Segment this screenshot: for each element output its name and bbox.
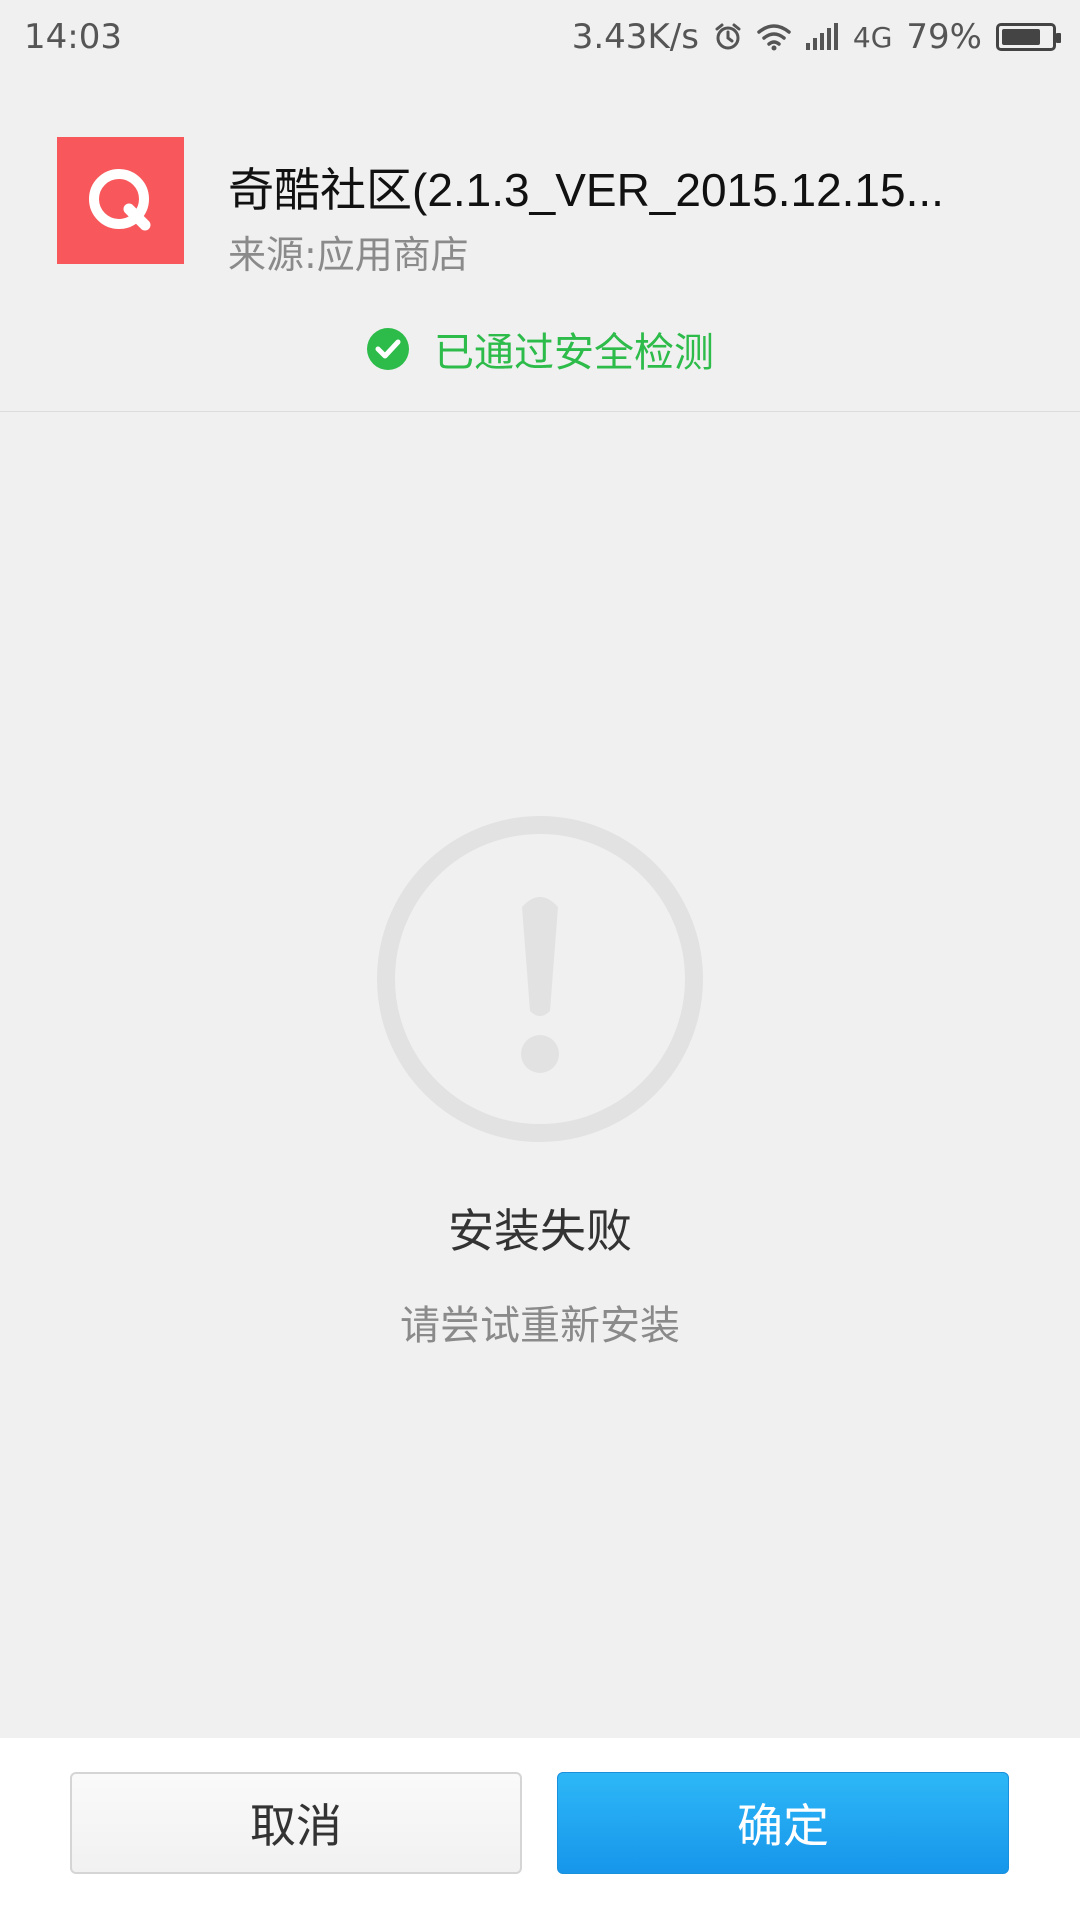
- install-screen: 14:03 3.43K/s 4G 79% 奇酷社区(2.1.3_VER_2015…: [0, 0, 1080, 1920]
- bottom-action-bar: 取消 确定: [0, 1738, 1080, 1920]
- net-speed: 3.43K/s: [571, 17, 699, 57]
- exclamation-circle-icon: [377, 816, 703, 1142]
- check-circle-icon: [367, 328, 409, 370]
- result-panel: 安装失败 请尝试重新安装: [0, 413, 1080, 1738]
- app-title: 奇酷社区(2.1.3_VER_2015.12.15...: [228, 164, 944, 216]
- security-text: 已通过安全检测: [434, 330, 714, 376]
- q-logo-icon: [88, 168, 150, 230]
- battery-percent: 79%: [906, 17, 982, 57]
- battery-fill: [1002, 29, 1040, 45]
- app-icon: [57, 137, 184, 264]
- security-status: 已通过安全检测: [0, 320, 1080, 378]
- ok-button[interactable]: 确定: [557, 1772, 1009, 1874]
- signal-icon: [805, 23, 839, 51]
- status-time: 14:03: [24, 17, 122, 57]
- fail-subtitle: 请尝试重新安装: [400, 1303, 680, 1349]
- app-source: 来源:应用商店: [228, 233, 469, 277]
- status-indicators: 3.43K/s 4G 79%: [571, 17, 1061, 57]
- app-header: 奇酷社区(2.1.3_VER_2015.12.15... 来源:应用商店 已通过…: [0, 74, 1080, 412]
- cancel-button[interactable]: 取消: [70, 1772, 522, 1874]
- alarm-icon: [713, 22, 743, 52]
- battery-icon: [996, 23, 1061, 51]
- fail-title: 安装失败: [448, 1204, 632, 1258]
- status-bar: 14:03 3.43K/s 4G 79%: [0, 0, 1080, 74]
- network-type: 4G: [852, 20, 893, 54]
- wifi-icon: [757, 23, 791, 51]
